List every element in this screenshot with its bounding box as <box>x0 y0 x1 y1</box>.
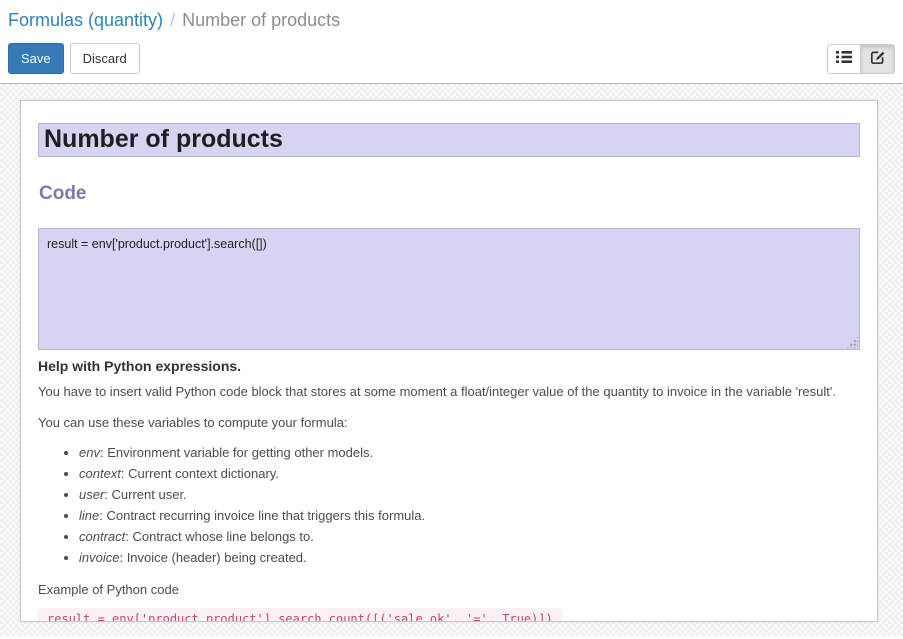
form-sheet: Code result = env['product.product'].sea… <box>20 100 878 622</box>
form-view-button[interactable] <box>861 44 895 74</box>
variable-name: env <box>79 445 100 460</box>
toolbar: Save Discard <box>8 43 895 74</box>
save-button[interactable]: Save <box>8 43 64 74</box>
top-bar: Formulas (quantity) / Number of products S… <box>0 0 903 84</box>
content-background: Code result = env['product.product'].sea… <box>0 84 903 636</box>
section-title-code: Code <box>39 183 860 205</box>
example-code: result = env['product.product'].search_c… <box>38 608 562 622</box>
variable-item: context: Current context dictionary. <box>79 466 860 481</box>
variable-item: user: Current user. <box>79 487 860 502</box>
edit-icon <box>870 49 886 68</box>
variable-desc: : Contract recurring invoice line that t… <box>99 508 425 523</box>
variable-desc: : Current user. <box>104 487 186 502</box>
code-field: result = env['product.product'].search([… <box>38 228 860 350</box>
breadcrumb: Formulas (quantity) / Number of products <box>8 6 895 43</box>
breadcrumb-link-formulas[interactable]: Formulas (quantity) <box>8 10 163 30</box>
variable-desc: : Current context dictionary. <box>121 466 279 481</box>
variable-name: user <box>79 487 104 502</box>
help-heading: Help with Python expressions. <box>38 358 860 374</box>
variable-name: context <box>79 466 121 481</box>
help-intro: You have to insert valid Python code blo… <box>38 384 860 399</box>
breadcrumb-current: Number of products <box>182 10 340 30</box>
variable-desc: : Environment variable for getting other… <box>100 445 373 460</box>
view-switcher <box>827 44 895 74</box>
breadcrumb-separator: / <box>170 10 175 30</box>
title-input[interactable] <box>38 123 860 157</box>
variable-name: invoice <box>79 550 119 565</box>
variable-desc: : Invoice (header) being created. <box>119 550 306 565</box>
variable-name: contract <box>79 529 125 544</box>
variable-name: line <box>79 508 99 523</box>
variables-list: env: Environment variable for getting ot… <box>38 445 860 565</box>
list-view-button[interactable] <box>827 44 861 74</box>
variable-item: env: Environment variable for getting ot… <box>79 445 860 460</box>
variable-item: line: Contract recurring invoice line th… <box>79 508 860 523</box>
help-vars-intro: You can use these variables to compute y… <box>38 415 860 430</box>
code-textarea[interactable]: result = env['product.product'].search([… <box>38 228 860 350</box>
variable-item: contract: Contract whose line belongs to… <box>79 529 860 544</box>
variable-desc: : Contract whose line belongs to. <box>125 529 314 544</box>
list-icon <box>836 50 852 67</box>
discard-button[interactable]: Discard <box>70 43 140 74</box>
variable-item: invoice: Invoice (header) being created. <box>79 550 860 565</box>
help-section: Help with Python expressions. You have t… <box>38 358 860 622</box>
example-label: Example of Python code <box>38 582 860 597</box>
